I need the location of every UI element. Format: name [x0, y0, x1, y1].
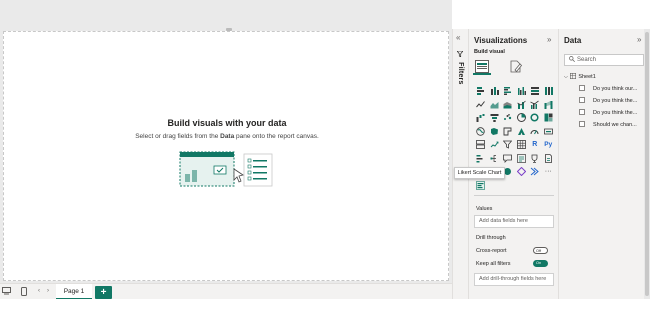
- key-influencers-icon[interactable]: [474, 152, 488, 166]
- line-chart-icon[interactable]: [474, 98, 488, 112]
- python-visual-icon[interactable]: Py: [542, 138, 556, 152]
- r-script-visual-icon[interactable]: R: [528, 138, 542, 152]
- decomposition-tree-icon[interactable]: [488, 152, 502, 166]
- visualizations-divider: [474, 195, 554, 196]
- line-and-clustered-column-chart-icon[interactable]: [528, 98, 542, 112]
- chevron-down-icon[interactable]: ⌵: [564, 74, 568, 80]
- field-item[interactable]: Should we chan...: [579, 121, 637, 128]
- slicer-icon[interactable]: [501, 138, 515, 152]
- 100-stacked-column-chart-icon[interactable]: [542, 84, 556, 98]
- stacked-bar-chart-icon[interactable]: [474, 84, 488, 98]
- clustered-column-chart-icon[interactable]: [515, 84, 529, 98]
- card-icon[interactable]: [542, 125, 556, 139]
- treemap-icon[interactable]: [542, 111, 556, 125]
- values-field-well[interactable]: Add data fields here: [474, 215, 554, 228]
- kpi-icon[interactable]: [488, 138, 502, 152]
- data-pane-reference: Data: [220, 133, 235, 140]
- field-checkbox[interactable]: [579, 121, 585, 127]
- table-icon[interactable]: [515, 138, 529, 152]
- build-visual-illustration: [179, 151, 273, 187]
- shape-map-icon[interactable]: [501, 125, 515, 139]
- ribbon-chart-icon[interactable]: [542, 98, 556, 112]
- data-pane: Data » Search ⌵ Sheet1 Do you think our.…: [559, 29, 644, 299]
- build-visual-icon[interactable]: [475, 60, 489, 73]
- custom-visual-diamond-icon[interactable]: [515, 165, 529, 179]
- prev-page-icon[interactable]: ‹: [38, 288, 40, 294]
- field-checkbox[interactable]: [579, 109, 585, 115]
- page-navigation-bar: ‹ › Page 1 +: [0, 283, 452, 300]
- keep-all-filters-label: Keep all filters: [476, 261, 511, 267]
- desktop-layout-icon[interactable]: [2, 287, 11, 297]
- cross-report-label: Cross-report: [476, 248, 507, 254]
- mobile-layout-icon[interactable]: [21, 287, 27, 298]
- goals-trophy-icon[interactable]: [528, 152, 542, 166]
- stacked-column-chart-icon[interactable]: [488, 84, 502, 98]
- visualizations-title: Visualizations: [474, 36, 528, 45]
- filter-icon: [456, 50, 464, 58]
- 100-stacked-bar-chart-icon[interactable]: [528, 84, 542, 98]
- search-icon: [569, 56, 575, 62]
- field-checkbox[interactable]: [579, 85, 585, 91]
- funnel-chart-icon[interactable]: [488, 111, 502, 125]
- report-canvas[interactable]: Build visuals with your data Select or d…: [3, 31, 449, 281]
- area-chart-icon[interactable]: [488, 98, 502, 112]
- pie-chart-icon[interactable]: [515, 111, 529, 125]
- collapse-data-icon[interactable]: »: [637, 35, 641, 44]
- drill-through-field-well[interactable]: Add drill-through fields here: [474, 273, 554, 286]
- field-item[interactable]: Do you think the...: [579, 97, 637, 104]
- report-canvas-area: Build visuals with your data Select or d…: [0, 0, 452, 283]
- scatter-chart-icon[interactable]: [501, 111, 515, 125]
- stacked-area-chart-icon[interactable]: [501, 98, 515, 112]
- right-scrollbar-thumb[interactable]: [645, 32, 649, 296]
- clustered-bar-chart-icon[interactable]: [501, 84, 515, 98]
- collapse-visualizations-icon[interactable]: »: [547, 35, 551, 44]
- gauge-icon[interactable]: [528, 125, 542, 139]
- filters-pane-collapsed[interactable]: « Filters: [452, 29, 469, 299]
- likert-scale-chart-tooltip: Likert Scale Chart: [454, 167, 505, 179]
- donut-chart-icon[interactable]: [528, 111, 542, 125]
- filled-map-icon[interactable]: [488, 125, 502, 139]
- map-icon[interactable]: [474, 125, 488, 139]
- table-icon: [570, 73, 577, 80]
- more-visuals-icon[interactable]: ···: [542, 165, 556, 179]
- filters-label: Filters: [456, 50, 464, 85]
- custom-visual-chevron-icon[interactable]: [528, 165, 542, 179]
- table-sheet1[interactable]: ⌵ Sheet1: [564, 73, 596, 80]
- azure-map-icon[interactable]: [515, 125, 529, 139]
- likert-scale-chart-icon[interactable]: [474, 179, 488, 193]
- qa-visual-icon[interactable]: [501, 152, 515, 166]
- multi-row-card-icon[interactable]: [474, 138, 488, 152]
- empty-state-title: Build visuals with your data: [167, 118, 287, 128]
- page-tab-page-1[interactable]: Page 1: [56, 284, 92, 300]
- field-item[interactable]: Do you think the...: [579, 109, 637, 116]
- add-page-button[interactable]: +: [95, 286, 112, 299]
- cross-report-row: Cross-report Off: [476, 247, 554, 254]
- next-page-icon[interactable]: ›: [47, 288, 49, 294]
- status-strip: [0, 299, 650, 327]
- visualizations-pane: Visualizations » Build visual R Py ··· V…: [469, 29, 559, 299]
- cross-report-toggle[interactable]: Off: [533, 247, 548, 254]
- build-visual-label: Build visual: [474, 49, 505, 55]
- field-item[interactable]: Do you think our...: [579, 85, 637, 92]
- empty-state-subtitle: Select or drag fields from the Data pane…: [135, 133, 319, 140]
- field-checkbox[interactable]: [579, 97, 585, 103]
- keep-all-filters-toggle[interactable]: On: [533, 260, 548, 267]
- waterfall-chart-icon[interactable]: [474, 111, 488, 125]
- values-label: Values: [476, 206, 493, 212]
- paginated-report-icon[interactable]: [542, 152, 556, 166]
- data-search-input[interactable]: Search: [564, 54, 644, 66]
- expand-filters-icon[interactable]: «: [456, 33, 460, 42]
- format-visual-icon[interactable]: [509, 60, 522, 73]
- keep-all-filters-row: Keep all filters On: [476, 260, 554, 267]
- drill-through-label: Drill through: [476, 235, 506, 241]
- smart-narrative-icon[interactable]: [515, 152, 529, 166]
- line-and-column-chart-icon[interactable]: [515, 98, 529, 112]
- data-pane-title: Data: [564, 36, 582, 45]
